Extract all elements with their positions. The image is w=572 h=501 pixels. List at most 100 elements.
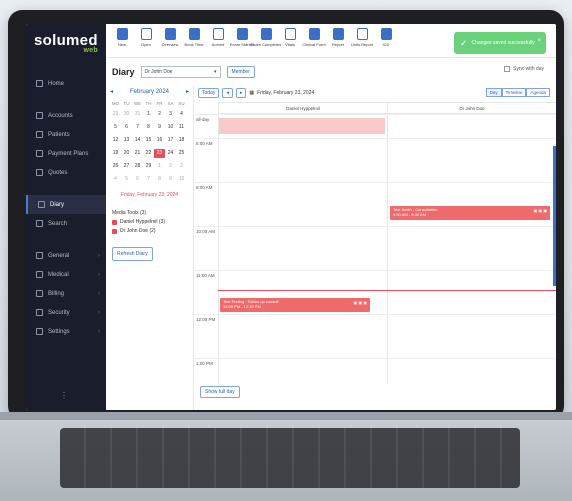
calendar-day[interactable]: 20 — [121, 149, 132, 158]
sidebar-item-settings[interactable]: Settings › — [26, 322, 106, 341]
sidebar-item-accounts[interactable]: Accounts — [26, 106, 106, 125]
member-button[interactable]: Member — [226, 66, 255, 78]
calendar-day[interactable]: 25 — [176, 149, 187, 158]
sidebar-item-home[interactable]: Home — [26, 74, 106, 93]
sidebar-item-payment-plans[interactable]: Payment Plans — [26, 144, 106, 163]
view-timeline-button[interactable]: Timeline — [501, 88, 527, 97]
sidebar-item-medical[interactable]: Medical › — [26, 265, 106, 284]
all-day-slot[interactable] — [219, 118, 385, 134]
calendar-day[interactable]: 23 — [154, 149, 165, 158]
calendar-day[interactable]: 10 — [165, 123, 176, 132]
next-day-button[interactable]: ▸ — [235, 88, 247, 98]
calendar-day[interactable]: 9 — [154, 123, 165, 132]
calendar-day[interactable]: 1 — [143, 110, 154, 119]
calendar-day[interactable]: 16 — [154, 136, 165, 145]
calendar-day[interactable]: 7 — [132, 123, 143, 132]
time-grid[interactable]: 1:00 PM 12:00 PM 11:00 AM 10:00 AM 9:00 AM 8:… — [194, 114, 556, 384]
calendar-day[interactable]: 29 — [110, 110, 121, 119]
prev-day-button[interactable]: ◂ — [222, 88, 233, 98]
prev-month-button[interactable]: ◂ — [110, 88, 113, 95]
folder-icon — [140, 28, 152, 40]
calendar-day[interactable]: 9 — [165, 175, 176, 184]
calendar-day[interactable]: 3 — [176, 162, 187, 171]
view-agenda-button[interactable]: Agenda — [526, 88, 550, 97]
sidebar-item-diary[interactable]: Diary — [26, 195, 106, 214]
hour-row[interactable]: 12:00 PM — [194, 314, 556, 358]
legend-checkbox[interactable] — [112, 219, 117, 225]
calendar-day[interactable]: 13 — [121, 136, 132, 145]
calendar-day[interactable]: 8 — [143, 123, 154, 132]
toolbar-vitals-button[interactable]: Vitals — [278, 28, 302, 47]
calendar-day[interactable]: 19 — [110, 149, 121, 158]
event-action-icons[interactable]: ▣ ▣ ▣ — [533, 208, 547, 213]
toolbar-new-button[interactable]: New — [110, 28, 134, 47]
calendar-day[interactable]: 11 — [176, 123, 187, 132]
calendar-day[interactable]: 10 — [176, 175, 187, 184]
sidebar-item-billing[interactable]: Billing › — [26, 284, 106, 303]
toolbar-units-report-button[interactable]: Units Report — [350, 28, 374, 47]
calendar-day[interactable]: 12 — [110, 136, 121, 145]
legend-item[interactable]: Daniel Hyppelmil (3) — [112, 219, 187, 225]
calendar-day[interactable]: 4 — [110, 175, 121, 184]
toolbar-arrived-button[interactable]: Arrived — [206, 28, 230, 47]
toolbar-clinical-form-button[interactable]: Clinical Form — [302, 28, 326, 47]
toolbar-open-button[interactable]: Open — [134, 28, 158, 47]
calendar-day[interactable]: 22 — [143, 149, 154, 158]
app-logo[interactable]: solumed web — [26, 24, 106, 60]
calendar-day[interactable]: 1 — [154, 162, 165, 171]
hour-row[interactable]: 10:00 AM — [194, 226, 556, 270]
calendar-day[interactable]: 5 — [121, 175, 132, 184]
sidebar-item-security[interactable]: Security › — [26, 303, 106, 322]
calendar-day[interactable]: 28 — [132, 162, 143, 171]
calendar-day[interactable]: 8 — [154, 175, 165, 184]
event-block[interactable]: Test Smith - Consultation 9:00 AM - 9:30… — [390, 206, 550, 220]
calendar-day[interactable]: 2 — [154, 110, 165, 119]
close-icon[interactable]: × — [537, 38, 541, 44]
toolbar-book-time-button[interactable]: Book Time — [182, 28, 206, 47]
calendar-day[interactable]: 27 — [121, 162, 132, 171]
view-day-button[interactable]: Day — [485, 88, 502, 97]
calendar-day[interactable]: 24 — [165, 149, 176, 158]
toolbar-overview-button[interactable]: Overview — [158, 28, 182, 47]
calendar-day[interactable]: 26 — [110, 162, 121, 171]
hour-row[interactable]: 8:00 AM — [194, 138, 556, 182]
calendar-icon[interactable]: ▦ — [249, 90, 254, 96]
toolbar-icd-button[interactable]: ICD — [374, 28, 398, 47]
sidebar-item-quotes[interactable]: Quotes — [26, 163, 106, 182]
scrollbar[interactable] — [553, 146, 556, 286]
sync-with-day[interactable]: Sync with day — [504, 66, 544, 72]
next-month-button[interactable]: ▸ — [186, 88, 189, 95]
sidebar-item-search[interactable]: Search — [26, 214, 106, 233]
hour-row[interactable]: 1:00 PM — [194, 358, 556, 402]
calendar-day[interactable]: 17 — [165, 136, 176, 145]
sidebar-item-general[interactable]: General › — [26, 246, 106, 265]
collapse-icon[interactable]: ⋮ — [60, 391, 68, 400]
calendar-day[interactable]: 6 — [121, 123, 132, 132]
calendar-day[interactable]: 4 — [176, 110, 187, 119]
today-button[interactable]: Today — [198, 88, 220, 98]
event-action-icons[interactable]: ▣ ▣ ▣ — [353, 300, 367, 305]
event-block[interactable]: Test Testing - Follow up consult 12:00 P… — [220, 298, 370, 312]
calendar-day[interactable]: 14 — [132, 136, 143, 145]
calendar-day[interactable]: 7 — [143, 175, 154, 184]
calendar-day[interactable]: 18 — [176, 136, 187, 145]
legend-item[interactable]: Dr John Doe (2) — [112, 228, 187, 234]
refresh-diary-button[interactable]: Refresh Diary — [112, 247, 153, 261]
calendar-day[interactable]: 6 — [132, 175, 143, 184]
show-full-day-button[interactable]: Show full day — [200, 386, 240, 398]
calendar-day[interactable]: 3 — [165, 110, 176, 119]
calendar-day[interactable]: 15 — [143, 136, 154, 145]
legend-checkbox[interactable] — [112, 228, 117, 234]
toolbar-exam-completed-button[interactable]: Exam Completed — [251, 28, 281, 47]
calendar-day[interactable]: 30 — [121, 110, 132, 119]
toolbar-report-button[interactable]: Report — [326, 28, 350, 47]
toast-message: Changes saved successfully — [471, 40, 535, 46]
calendar-day[interactable]: 5 — [110, 123, 121, 132]
calendar-day[interactable]: 31 — [132, 110, 143, 119]
sidebar-item-patients[interactable]: Patients — [26, 125, 106, 144]
doctor-select[interactable]: Dr John Doe ▾ — [140, 66, 221, 78]
sync-checkbox[interactable] — [504, 66, 511, 72]
calendar-day[interactable]: 29 — [143, 162, 154, 171]
calendar-day[interactable]: 21 — [132, 149, 143, 158]
calendar-day[interactable]: 2 — [165, 162, 176, 171]
